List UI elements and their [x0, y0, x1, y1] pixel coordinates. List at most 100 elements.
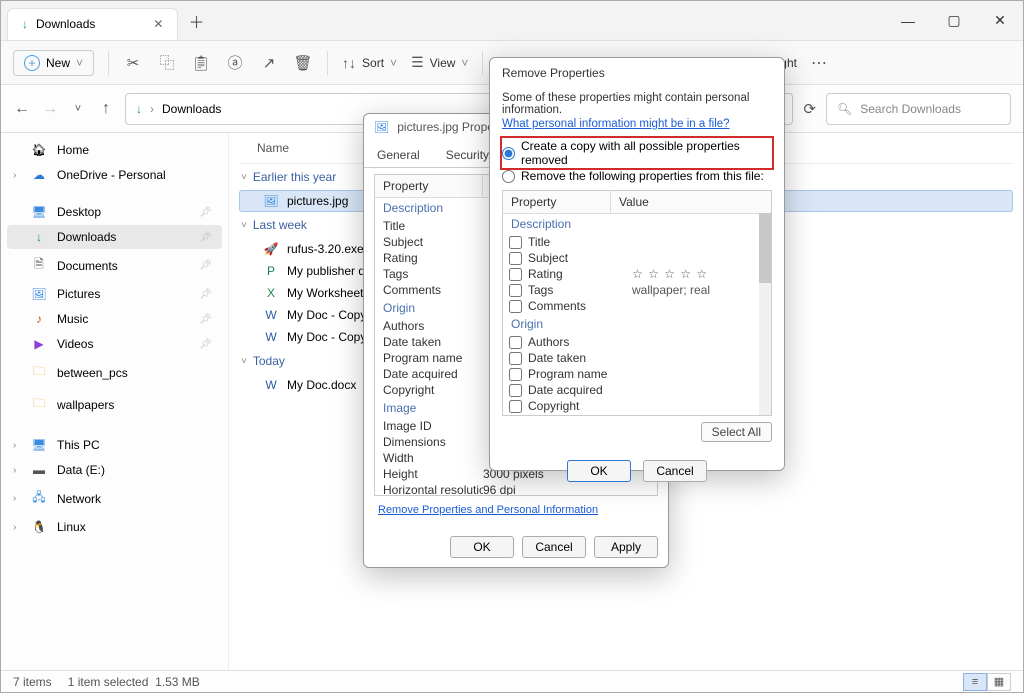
remove-properties-dialog: Remove Properties Some of these properti…: [489, 57, 785, 471]
publisher-file-icon: P: [263, 264, 279, 278]
checkbox-date-acquired[interactable]: [509, 384, 522, 397]
remove-properties-link[interactable]: Remove Properties and Personal Informati…: [374, 496, 658, 524]
checkbox-subject[interactable]: [509, 252, 522, 265]
ok-button[interactable]: OK: [567, 460, 631, 482]
expand-icon[interactable]: ›: [13, 465, 16, 476]
back-button[interactable]: ←: [13, 100, 31, 118]
download-icon: ↓: [136, 102, 142, 116]
pin-icon: 📌︎: [199, 314, 212, 325]
sidebar-item-drive[interactable]: ›▬Data (E:): [7, 458, 222, 482]
cancel-button[interactable]: Cancel: [643, 460, 707, 482]
checkbox-title[interactable]: [509, 236, 522, 249]
personal-info-link[interactable]: What personal information might be in a …: [502, 118, 772, 130]
view-button[interactable]: ☰View˅: [411, 54, 468, 71]
path-segment[interactable]: Downloads: [162, 102, 221, 116]
sidebar-item-music[interactable]: ♪Music📌︎: [7, 307, 222, 331]
sidebar-item-thispc[interactable]: ›🖥︎This PC: [7, 433, 222, 457]
pictures-icon: 🖼︎: [31, 287, 47, 301]
pc-icon: 🖥︎: [31, 438, 47, 452]
details-view-button[interactable]: ≡: [963, 673, 987, 691]
sidebar-item-documents[interactable]: 🗎Documents📌︎: [7, 250, 222, 281]
close-tab-icon[interactable]: ✕: [153, 17, 163, 31]
sidebar-item-network[interactable]: ›🖧Network: [7, 483, 222, 514]
new-tab-button[interactable]: ＋: [188, 9, 204, 33]
minimize-button[interactable]: —: [885, 2, 931, 40]
scrollbar[interactable]: [759, 213, 771, 415]
delete-icon[interactable]: 🗑︎: [293, 54, 313, 72]
pin-icon: 📌︎: [199, 260, 212, 271]
checkbox-program-name[interactable]: [509, 368, 522, 381]
window-tab[interactable]: ↓ Downloads ✕: [7, 8, 178, 40]
dialog-title: Remove Properties: [490, 58, 784, 88]
group-origin: Origin: [503, 314, 771, 334]
sidebar: 🏠︎Home ›☁OneDrive - Personal 🖥︎Desktop📌︎…: [1, 133, 229, 670]
sidebar-item-pictures[interactable]: 🖼︎Pictures📌︎: [7, 282, 222, 306]
new-button[interactable]: + New ˅: [13, 50, 94, 76]
radio-input[interactable]: [502, 170, 515, 183]
col-property[interactable]: Property: [375, 175, 483, 197]
drive-icon: ▬: [31, 463, 47, 477]
checkbox-authors[interactable]: [509, 336, 522, 349]
cancel-button[interactable]: Cancel: [522, 536, 586, 558]
network-icon: 🖧: [31, 488, 47, 509]
refresh-button[interactable]: ⟳: [803, 100, 816, 118]
search-icon: 🔍︎: [837, 102, 852, 116]
thumbnails-view-button[interactable]: ▦: [987, 673, 1011, 691]
radio-create-copy[interactable]: Create a copy with all possible properti…: [502, 138, 772, 168]
copy-icon[interactable]: ⿻: [157, 52, 177, 73]
download-icon: ↓: [22, 17, 28, 31]
checkbox-date-taken[interactable]: [509, 352, 522, 365]
sidebar-item-folder[interactable]: 🗀between_pcs: [7, 357, 222, 388]
ok-button[interactable]: OK: [450, 536, 514, 558]
chevron-down-icon: ˅: [241, 356, 247, 367]
col-property[interactable]: Property: [503, 191, 611, 213]
sort-button[interactable]: ↑↓Sort˅: [342, 55, 397, 71]
video-icon: ▶: [31, 337, 47, 351]
tab-title: Downloads: [36, 17, 95, 31]
expand-icon[interactable]: ›: [13, 493, 16, 504]
tab-general[interactable]: General: [364, 142, 433, 168]
view-icon: ☰: [411, 54, 424, 71]
desktop-icon: 🖥︎: [31, 205, 47, 219]
image-file-icon: 🖼︎: [374, 120, 389, 134]
sidebar-item-folder[interactable]: 🗀wallpapers: [7, 389, 222, 420]
select-all-button[interactable]: Select All: [701, 422, 772, 442]
col-value[interactable]: Value: [611, 191, 771, 213]
scrollbar-thumb[interactable]: [759, 213, 771, 283]
checkbox-tags[interactable]: [509, 284, 522, 297]
toolbar-separator: [108, 51, 109, 75]
forward-button[interactable]: →: [41, 100, 59, 118]
pin-icon: 📌︎: [199, 232, 212, 243]
expand-icon[interactable]: ›: [13, 170, 16, 181]
sidebar-item-downloads[interactable]: ↓Downloads📌︎: [7, 225, 222, 249]
share-icon[interactable]: ↗: [259, 54, 279, 72]
expand-icon[interactable]: ›: [13, 440, 16, 451]
radio-remove-following[interactable]: Remove the following properties from thi…: [502, 168, 772, 184]
cut-icon[interactable]: ✂: [123, 54, 143, 72]
sidebar-item-videos[interactable]: ▶Videos📌︎: [7, 332, 222, 356]
toolbar-separator: [327, 51, 328, 75]
sidebar-item-desktop[interactable]: 🖥︎Desktop📌︎: [7, 200, 222, 224]
more-button[interactable]: ⋯: [811, 53, 829, 73]
penguin-icon: 🐧: [31, 520, 47, 534]
maximize-button[interactable]: ▢: [931, 2, 977, 40]
search-input[interactable]: 🔍︎ Search Downloads: [826, 93, 1011, 125]
checkbox-comments[interactable]: [509, 300, 522, 313]
paste-icon[interactable]: 📋︎: [191, 54, 211, 72]
checkbox-rating[interactable]: [509, 268, 522, 281]
apply-button[interactable]: Apply: [594, 536, 658, 558]
properties-checklist[interactable]: PropertyValue Description Title Subject …: [502, 190, 772, 416]
sidebar-item-linux[interactable]: ›🐧Linux: [7, 515, 222, 539]
recent-dropdown[interactable]: ˅: [69, 103, 87, 115]
download-icon: ↓: [31, 230, 47, 244]
rename-icon[interactable]: ⓐ: [225, 52, 245, 73]
radio-input[interactable]: [502, 147, 515, 160]
chevron-down-icon: ˅: [241, 220, 247, 231]
up-button[interactable]: ↑: [97, 100, 115, 118]
sidebar-item-onedrive[interactable]: ›☁OneDrive - Personal: [7, 163, 222, 187]
checkbox-copyright[interactable]: [509, 400, 522, 413]
sidebar-item-home[interactable]: 🏠︎Home: [7, 138, 222, 162]
close-window-button[interactable]: ✕: [977, 2, 1023, 40]
expand-icon[interactable]: ›: [13, 522, 16, 533]
new-label: New: [46, 56, 70, 70]
